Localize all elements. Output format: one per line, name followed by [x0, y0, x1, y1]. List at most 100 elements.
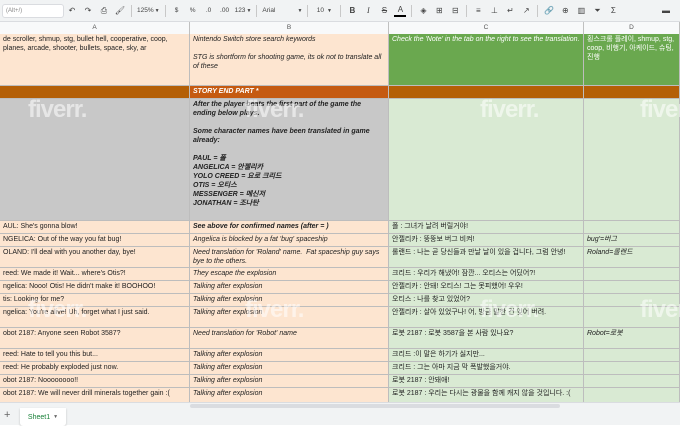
- cell[interactable]: Robot=로봇: [584, 328, 680, 349]
- cell[interactable]: reed: He probably exploded just now.: [0, 362, 190, 375]
- cell[interactable]: [584, 281, 680, 294]
- insert-link-icon[interactable]: 🔗: [543, 4, 555, 18]
- cell[interactable]: 크리드 :이 말은 하기가 싫지만...: [389, 349, 584, 362]
- cell[interactable]: 오티스 : 나를 찾고 있었어?: [389, 294, 584, 307]
- cell[interactable]: 안젤리카 : 뚱뚱보 버그 비켜!: [389, 234, 584, 247]
- font-size-select[interactable]: 10 ▼: [313, 4, 335, 18]
- merge-cells-icon[interactable]: ⊟: [449, 4, 461, 18]
- cell[interactable]: 횡스크롤 플레이, shmup, stg, coop, 비행기, 아케이드, 슈…: [584, 34, 680, 86]
- cell[interactable]: Talking after explosion: [190, 388, 389, 402]
- horizontal-align-icon[interactable]: ≡: [472, 4, 484, 18]
- cell[interactable]: [0, 99, 190, 221]
- divider: [256, 4, 258, 17]
- cell[interactable]: [584, 221, 680, 234]
- strikethrough-button[interactable]: S: [378, 4, 390, 18]
- cell[interactable]: [389, 86, 584, 99]
- cell[interactable]: [584, 86, 680, 99]
- cell[interactable]: [584, 268, 680, 281]
- cell[interactable]: [584, 307, 680, 328]
- cell[interactable]: 안젤리카 : 안돼! 오티스! 그는 못피했어! 우우!: [389, 281, 584, 294]
- functions-icon[interactable]: Σ: [607, 4, 619, 18]
- cell[interactable]: 롤랜드 : 나는 곧 당신들과 만날 날이 있을 겁니다, 그럼 안녕!: [389, 247, 584, 268]
- cell[interactable]: Talking after explosion: [190, 294, 389, 307]
- cell[interactable]: Need translation for 'Robot' name: [190, 328, 389, 349]
- cell[interactable]: reed: Hate to tell you this but...: [0, 349, 190, 362]
- cell[interactable]: [0, 86, 190, 99]
- cell[interactable]: Talking after explosion: [190, 375, 389, 388]
- column-header-d[interactable]: D: [584, 22, 680, 34]
- fill-color-icon[interactable]: ◈: [417, 4, 429, 18]
- cell[interactable]: NGELICA: Out of the way you fat bug!: [0, 234, 190, 247]
- cell[interactable]: 로봇 2187 : 로봇 3587을 본 사람 있나요?: [389, 328, 584, 349]
- currency-format-button[interactable]: $: [171, 4, 183, 18]
- cell[interactable]: Talking after explosion: [190, 349, 389, 362]
- cell[interactable]: After the player beats the first part of…: [190, 99, 389, 221]
- cell[interactable]: STORY END PART *: [190, 86, 389, 99]
- zoom-select[interactable]: 125% ▼: [137, 4, 160, 18]
- cell[interactable]: obot 2187: Anyone seen Robot 3587?: [0, 328, 190, 349]
- cell[interactable]: See above for confirmed names (after = ): [190, 221, 389, 234]
- text-rotation-icon[interactable]: ↗: [520, 4, 532, 18]
- cell[interactable]: ngelica: Nooo! Otis! He didn't make it! …: [0, 281, 190, 294]
- text-wrap-icon[interactable]: ↵: [504, 4, 516, 18]
- column-header-a[interactable]: A: [0, 22, 190, 34]
- cell[interactable]: 로봇 2187 : 안돼애!: [389, 375, 584, 388]
- sheet-tab[interactable]: Sheet1 ▼: [20, 408, 66, 426]
- cell[interactable]: 폴 : 그녀가 날려 버릴거야!: [389, 221, 584, 234]
- cell[interactable]: reed: We made it! Wait... where's Otis?!: [0, 268, 190, 281]
- bold-button[interactable]: B: [346, 4, 358, 18]
- cell[interactable]: [584, 349, 680, 362]
- increase-decimal-button[interactable]: .00: [219, 4, 231, 18]
- cell[interactable]: Check the 'Note' in the tab on the right…: [389, 34, 584, 86]
- collapse-toolbar-icon[interactable]: ▬: [660, 4, 672, 18]
- print-icon[interactable]: ⎙: [98, 4, 110, 18]
- undo-icon[interactable]: ↶: [66, 4, 78, 18]
- add-sheet-icon[interactable]: +: [4, 410, 10, 421]
- text-color-button[interactable]: A: [394, 4, 407, 17]
- cell[interactable]: Talking after explosion: [190, 307, 389, 328]
- cell[interactable]: Roland=롤랜드: [584, 247, 680, 268]
- redo-icon[interactable]: ↷: [82, 4, 94, 18]
- cell[interactable]: [584, 294, 680, 307]
- cell[interactable]: 로봇 2187 : 우리는 다시는 광물을 함께 캐지 않을 것입니다. :(: [389, 388, 584, 402]
- cell[interactable]: Need translation for 'Roland' name. Fat …: [190, 247, 389, 268]
- cell[interactable]: Talking after explosion: [190, 281, 389, 294]
- column-header-b[interactable]: B: [190, 22, 389, 34]
- cell[interactable]: 크리드 : 그는 아마 지금 막 폭발했을거야.: [389, 362, 584, 375]
- cell[interactable]: Angelica is blocked by a fat 'bug' space…: [190, 234, 389, 247]
- font-select[interactable]: Arial ▼: [262, 4, 302, 18]
- cell[interactable]: 안젤리카 : 살아 있었구나! 어, 방금 말한 건 잊어 버려.: [389, 307, 584, 328]
- borders-icon[interactable]: ⊞: [433, 4, 445, 18]
- cell[interactable]: obot 2187: We will never drill minerals …: [0, 388, 190, 402]
- percent-format-button[interactable]: %: [187, 4, 199, 18]
- cell[interactable]: AUL: She's gonna blow!: [0, 221, 190, 234]
- number-format-select[interactable]: 123 ▼: [235, 4, 252, 18]
- cell[interactable]: tis: Looking for me?: [0, 294, 190, 307]
- cell[interactable]: Talking after explosion: [190, 362, 389, 375]
- cell[interactable]: Nintendo Switch store search keywords ST…: [190, 34, 389, 86]
- filter-icon[interactable]: ⏷: [591, 4, 603, 18]
- cell[interactable]: OLAND: I'll deal with you another day, b…: [0, 247, 190, 268]
- cell[interactable]: ngelica: You're alive! Uh, forget what I…: [0, 307, 190, 328]
- vertical-align-icon[interactable]: ⊥: [488, 4, 500, 18]
- cell[interactable]: 크리드 : 우리가 해냈어! 잠깐... 오티스는 어딨어?!: [389, 268, 584, 281]
- cell[interactable]: [584, 375, 680, 388]
- cell[interactable]: [389, 99, 584, 221]
- divider: [466, 4, 468, 17]
- insert-comment-icon[interactable]: ⊕: [559, 4, 571, 18]
- menu-search-input[interactable]: (Alt+/): [2, 3, 64, 18]
- insert-chart-icon[interactable]: ▥: [575, 4, 587, 18]
- paint-format-icon[interactable]: 🖌: [114, 4, 126, 18]
- cell[interactable]: bug'=버그: [584, 234, 680, 247]
- decrease-decimal-button[interactable]: .0: [203, 4, 215, 18]
- column-header-c[interactable]: C: [389, 22, 584, 34]
- cell[interactable]: They escape the explosion: [190, 268, 389, 281]
- horizontal-scrollbar[interactable]: [190, 404, 560, 408]
- italic-button[interactable]: I: [362, 4, 374, 18]
- cell[interactable]: obot 2187: Noooooooo!!: [0, 375, 190, 388]
- cell[interactable]: [584, 362, 680, 375]
- cell[interactable]: [584, 388, 680, 402]
- divider: [411, 4, 413, 17]
- cell[interactable]: de scroller, shmup, stg, bullet hell, co…: [0, 34, 190, 86]
- cell[interactable]: [584, 99, 680, 221]
